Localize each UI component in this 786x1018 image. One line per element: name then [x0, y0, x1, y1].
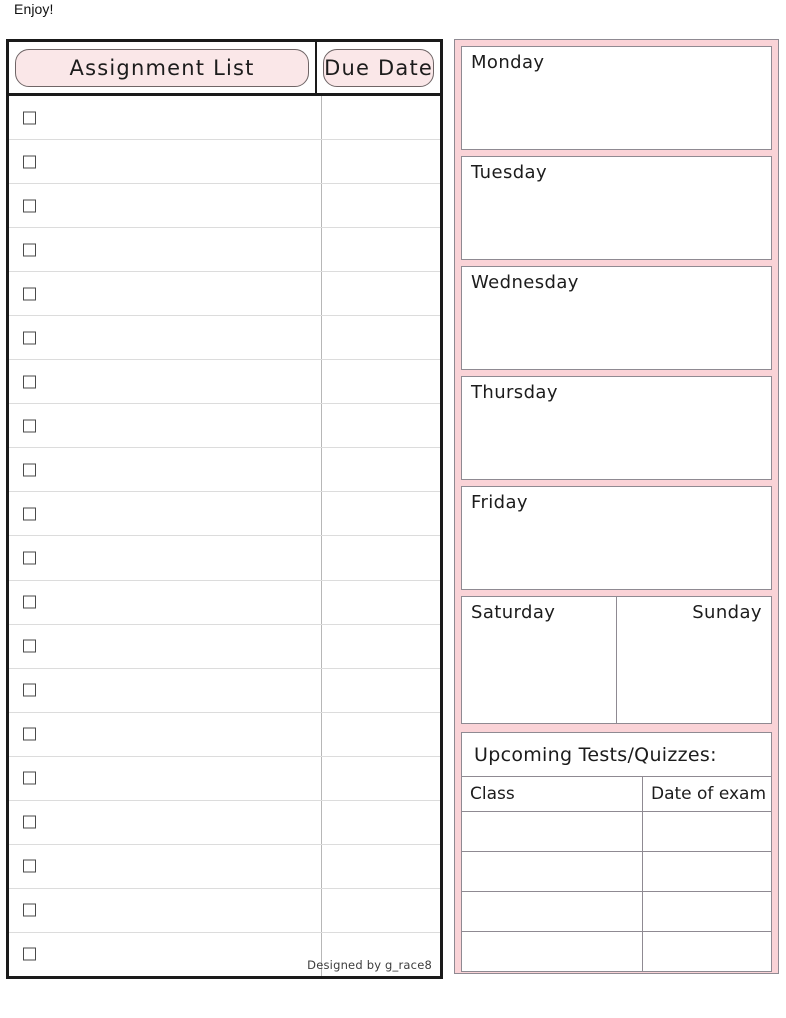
day-label: Thursday [471, 382, 558, 403]
table-row[interactable] [9, 228, 440, 273]
table-row[interactable] [9, 757, 440, 801]
assignment-list-header-cell: Assignment List [9, 42, 318, 93]
checkbox-icon[interactable] [23, 815, 36, 829]
checkbox-icon[interactable] [23, 903, 36, 917]
table-row[interactable] [9, 581, 440, 625]
upcoming-tests-rows [462, 812, 771, 971]
upcoming-tests-header-row: Class Date of exam [462, 777, 771, 812]
sunday-box[interactable]: Sunday [617, 597, 771, 723]
table-row[interactable] [9, 845, 440, 889]
table-row[interactable] [9, 140, 440, 185]
checkbox-icon[interactable] [23, 111, 36, 125]
checkbox-icon[interactable] [23, 683, 36, 697]
tests-table-row[interactable] [462, 932, 771, 971]
assignment-list-title: Assignment List [69, 55, 255, 80]
checkbox-icon[interactable] [23, 507, 36, 521]
table-row[interactable] [9, 713, 440, 757]
assignment-list-title-pill: Assignment List [15, 48, 310, 87]
tests-class-cell[interactable] [462, 812, 643, 851]
upcoming-tests-title: Upcoming Tests/Quizzes: [462, 733, 771, 777]
checkbox-icon[interactable] [23, 727, 36, 741]
day-box-tuesday[interactable]: Tuesday [461, 156, 772, 260]
table-row[interactable] [9, 316, 440, 361]
day-box-friday[interactable]: Friday [461, 486, 772, 590]
table-row[interactable] [9, 404, 440, 449]
table-row[interactable] [9, 448, 440, 493]
tests-class-cell[interactable] [462, 852, 643, 891]
day-label: Monday [471, 52, 545, 73]
checkbox-icon[interactable] [23, 243, 36, 257]
day-label: Wednesday [471, 272, 579, 293]
table-row[interactable] [9, 801, 440, 845]
checkbox-icon[interactable] [23, 419, 36, 433]
checkbox-icon[interactable] [23, 463, 36, 477]
weekend-box: Saturday Sunday [461, 596, 772, 724]
table-row[interactable] [9, 889, 440, 933]
designer-credit: Designed by g_race8 [307, 958, 432, 972]
saturday-box[interactable]: Saturday [462, 597, 617, 723]
tests-table-row[interactable] [462, 892, 771, 932]
checkbox-icon[interactable] [23, 287, 36, 301]
table-row[interactable] [9, 184, 440, 229]
checkbox-icon[interactable] [23, 771, 36, 785]
assignment-list-panel: Assignment List Due Date Designed by g_r… [6, 39, 443, 979]
tests-date-cell[interactable] [643, 892, 771, 931]
due-date-title-pill: Due Date [323, 48, 434, 87]
table-row[interactable] [9, 360, 440, 405]
tests-class-cell[interactable] [462, 892, 643, 931]
weekday-boxes: Monday Tuesday Wednesday Thursday Friday [461, 46, 772, 590]
table-row[interactable] [9, 669, 440, 713]
table-row[interactable] [9, 272, 440, 317]
tests-date-cell[interactable] [643, 812, 771, 851]
checkbox-icon[interactable] [23, 947, 36, 961]
tests-date-cell[interactable] [643, 852, 771, 891]
sunday-label: Sunday [692, 602, 762, 623]
saturday-label: Saturday [471, 602, 556, 623]
checkbox-icon[interactable] [23, 551, 36, 565]
tests-column-date: Date of exam [651, 784, 767, 804]
day-box-thursday[interactable]: Thursday [461, 376, 772, 480]
table-row[interactable] [9, 492, 440, 537]
day-box-monday[interactable]: Monday [461, 46, 772, 150]
assignment-rows [9, 96, 440, 976]
table-row[interactable] [9, 536, 440, 581]
checkbox-icon[interactable] [23, 331, 36, 345]
day-box-wednesday[interactable]: Wednesday [461, 266, 772, 370]
tests-table-row[interactable] [462, 812, 771, 852]
assignment-table-header: Assignment List Due Date [9, 42, 440, 96]
top-note: Enjoy! [14, 1, 54, 17]
day-label: Tuesday [471, 162, 548, 183]
week-planner-panel: Monday Tuesday Wednesday Thursday Friday Sat… [454, 39, 779, 974]
checkbox-icon[interactable] [23, 375, 36, 389]
checkbox-icon[interactable] [23, 639, 36, 653]
table-row[interactable] [9, 96, 440, 141]
checkbox-icon[interactable] [23, 859, 36, 873]
day-label: Friday [471, 492, 528, 513]
tests-column-class: Class [462, 777, 643, 811]
upcoming-tests-table: Upcoming Tests/Quizzes: Class Date of ex… [461, 732, 772, 972]
due-date-header-cell: Due Date [317, 42, 440, 93]
due-date-title: Due Date [324, 55, 433, 80]
table-row[interactable] [9, 625, 440, 669]
checkbox-icon[interactable] [23, 155, 36, 169]
tests-date-cell[interactable] [643, 932, 771, 971]
checkbox-icon[interactable] [23, 199, 36, 213]
tests-table-row[interactable] [462, 852, 771, 892]
tests-class-cell[interactable] [462, 932, 643, 971]
assignment-table-body: Designed by g_race8 [9, 96, 440, 976]
checkbox-icon[interactable] [23, 595, 36, 609]
